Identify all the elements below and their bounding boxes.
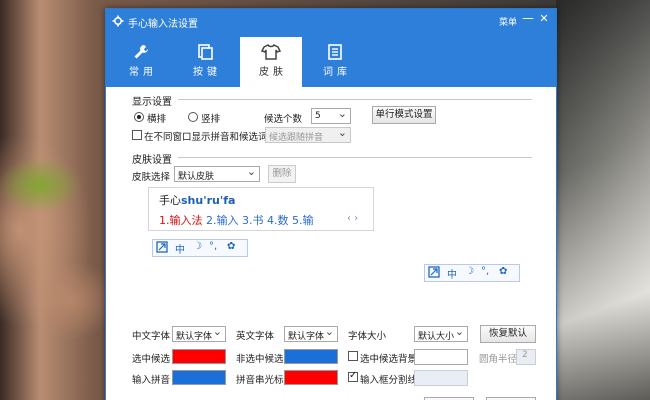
minimize-button[interactable]: —	[522, 11, 534, 25]
font-size-label: 字体大小	[348, 331, 387, 342]
composition-line: 手心shu'ru'fa	[159, 192, 235, 208]
menu-button[interactable]: 菜单	[499, 15, 517, 28]
settings-window: 手心输入法设置 菜单 — ✕ 常用 按键 皮肤 词库 显示设置 横排 竖排 候选…	[105, 8, 557, 400]
pinyin-cursor-color[interactable]	[284, 370, 338, 385]
candidate-item[interactable]: 3.书	[242, 214, 264, 227]
divider-label: 输入框分割线	[360, 375, 418, 386]
divider-color[interactable]	[414, 370, 468, 386]
composition-prefix: 手心	[159, 194, 181, 207]
section-divider	[178, 99, 532, 100]
page-arrows: ‹ ›	[347, 213, 358, 224]
chinese-mode-icon: 中	[175, 245, 185, 256]
delete-skin-button[interactable]: 删除	[268, 165, 296, 183]
moon-icon: ☽	[465, 266, 474, 277]
tab-dictionary[interactable]: 词库	[304, 37, 366, 87]
corner-radius-label: 圆角半径	[479, 354, 518, 365]
chinese-mode-icon: 中	[447, 270, 457, 281]
cn-font-select[interactable]: 默认字体	[172, 326, 226, 342]
window-title: 手心输入法设置	[128, 19, 198, 30]
keys-icon	[198, 44, 213, 60]
selected-bg-color[interactable]	[414, 349, 468, 365]
candidate-item-selected[interactable]: 1.输入法	[159, 214, 203, 227]
status-bar-preview: 中 ☽ °, ✿	[152, 239, 248, 257]
input-pinyin-color[interactable]	[172, 370, 226, 385]
logo-icon	[156, 241, 168, 256]
vertical-label: 竖排	[201, 114, 221, 125]
selected-bg-label: 选中候选背景	[360, 354, 418, 365]
pinyin-cursor-label: 拼音串光标	[236, 375, 284, 386]
skin-select[interactable]: 默认皮肤	[174, 166, 260, 182]
wrench-icon	[134, 45, 148, 59]
horizontal-radio[interactable]	[134, 112, 144, 122]
follow-pinyin-select[interactable]: 候选跟随拼音	[265, 127, 351, 143]
skin-section-title: 皮肤设置	[132, 155, 172, 166]
candidate-count-select[interactable]: 5	[311, 108, 351, 124]
en-font-label: 英文字体	[236, 331, 275, 342]
title-bar[interactable]: 手心输入法设置 菜单 — ✕	[106, 9, 556, 35]
tab-keys-label: 按键	[193, 67, 221, 78]
section-divider	[178, 157, 532, 158]
punctuation-icon: °,	[209, 241, 218, 252]
document-icon	[328, 44, 342, 60]
settings-icon: ✿	[499, 266, 508, 277]
tab-keys[interactable]: 按键	[174, 37, 236, 87]
candidate-item[interactable]: 5.输	[292, 214, 314, 227]
vertical-radio[interactable]	[188, 112, 198, 122]
tab-common-label: 常用	[129, 67, 157, 78]
skin-settings-panel: 显示设置 横排 竖排 候选个数 5 单行模式设置 在不同窗口显示拼音和候选词 候…	[106, 87, 556, 400]
unselected-candidate-label: 非选中候选	[236, 354, 284, 365]
prev-page-icon[interactable]: ‹	[347, 213, 351, 224]
candidate-window-preview: 手心shu'ru'fa 1.输入法 2.输入 3.书 4.数 5.输 ‹ ›	[148, 187, 374, 231]
moon-icon: ☽	[193, 241, 202, 252]
status-bar-preview: 中 ☽ °, ✿	[424, 264, 520, 282]
selected-candidate-color[interactable]	[172, 349, 226, 364]
settings-icon: ✿	[227, 241, 236, 252]
show-pinyin-checkbox[interactable]	[132, 130, 142, 140]
close-button[interactable]: ✕	[538, 12, 550, 25]
candidate-count-label: 候选个数	[264, 114, 303, 125]
unselected-candidate-color[interactable]	[284, 349, 338, 364]
skin-choose-label: 皮肤选择	[132, 172, 171, 183]
input-pinyin-label: 输入拼音	[132, 375, 171, 386]
candidate-item[interactable]: 2.输入	[206, 214, 239, 227]
selected-bg-checkbox[interactable]	[348, 351, 358, 361]
display-section-title: 显示设置	[132, 97, 172, 108]
candidate-item[interactable]: 4.数	[267, 214, 289, 227]
cn-font-label: 中文字体	[132, 331, 171, 342]
divider-checkbox[interactable]	[348, 370, 358, 382]
candidate-list: 1.输入法 2.输入 3.书 4.数 5.输	[159, 212, 314, 228]
punctuation-icon: °,	[481, 266, 490, 277]
tab-common[interactable]: 常用	[110, 37, 172, 87]
restore-default-button[interactable]: 恢复默认	[480, 325, 536, 343]
logo-icon	[428, 266, 440, 281]
tab-skin-label: 皮肤	[259, 67, 287, 78]
show-pinyin-label: 在不同窗口显示拼音和候选词	[144, 132, 268, 143]
tab-dictionary-label: 词库	[323, 67, 351, 78]
font-size-select[interactable]: 默认大小	[414, 326, 468, 342]
corner-radius-input[interactable]: 2	[516, 349, 536, 365]
composition-pinyin: shu'ru'fa	[181, 194, 236, 207]
next-page-icon[interactable]: ›	[354, 213, 358, 224]
desktop-wallpaper-right	[556, 0, 650, 400]
tab-skin[interactable]: 皮肤	[240, 37, 302, 87]
horizontal-label: 横排	[147, 114, 167, 125]
single-line-mode-button[interactable]: 单行模式设置	[372, 106, 436, 124]
selected-candidate-label: 选中候选	[132, 354, 171, 365]
gear-icon	[112, 15, 124, 27]
en-font-select[interactable]: 默认字体	[284, 326, 338, 342]
shirt-icon	[261, 43, 281, 60]
tab-bar: 常用 按键 皮肤 词库	[106, 35, 556, 87]
